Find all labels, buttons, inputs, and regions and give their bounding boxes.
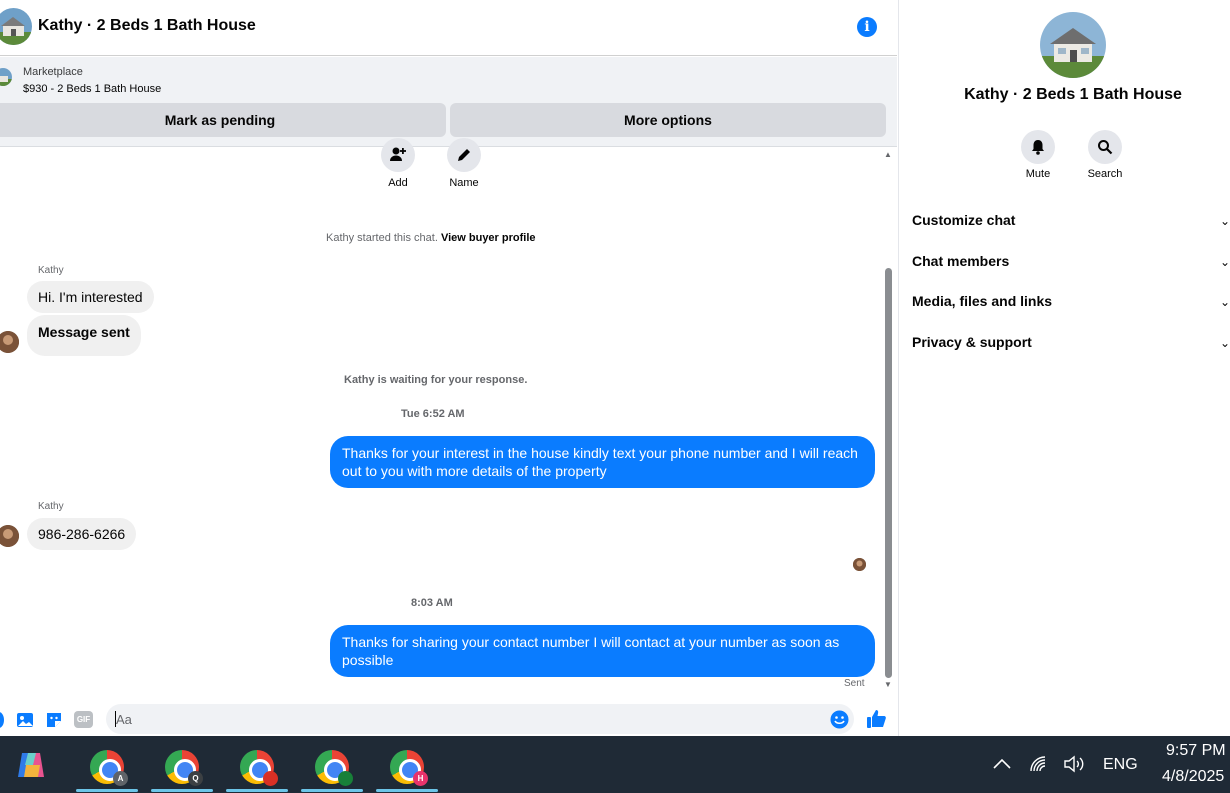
running-indicator — [301, 789, 363, 792]
thumbs-up-icon[interactable] — [866, 708, 887, 734]
message-status: Sent — [844, 678, 865, 689]
gif-icon[interactable]: GIF — [74, 711, 93, 728]
chrome-icon: H — [390, 750, 428, 786]
seen-avatar — [853, 558, 866, 571]
taskbar-chrome-profile-q[interactable]: Q — [151, 742, 213, 792]
outgoing-message[interactable]: Thanks for sharing your contact number I… — [330, 625, 875, 677]
chrome-icon: A — [90, 750, 128, 786]
incoming-message[interactable]: 986-286-6266 — [27, 518, 137, 550]
sender-name: Kathy — [38, 501, 64, 512]
panel-title: Kathy · 2 Beds 1 Bath House — [964, 86, 1182, 103]
add-label: Add — [388, 177, 408, 189]
emoji-icon[interactable] — [830, 710, 849, 734]
chevron-down-icon[interactable]: ⌄ — [1220, 336, 1230, 350]
timestamp: 8:03 AM — [411, 597, 453, 609]
copilot-icon[interactable] — [14, 748, 48, 787]
taskbar-chrome-profile-a[interactable]: A — [76, 742, 138, 792]
chrome-icon — [240, 750, 278, 786]
profile-badge: H — [413, 771, 428, 786]
running-indicator — [226, 789, 288, 792]
pencil-icon — [458, 149, 470, 161]
view-buyer-profile-link[interactable]: View buyer profile — [441, 232, 536, 244]
panel-listing-photo — [1040, 12, 1106, 78]
message-input[interactable] — [106, 704, 854, 734]
scroll-down-icon[interactable]: ▼ — [884, 680, 892, 689]
scrollbar-thumb[interactable] — [885, 268, 892, 678]
mark-as-pending-button[interactable]: Mark as pending — [0, 103, 446, 137]
search-icon — [1098, 140, 1113, 155]
chevron-down-icon[interactable]: ⌄ — [1220, 295, 1230, 309]
sender-name: Kathy — [38, 265, 64, 276]
listing-price-title[interactable]: $930 - 2 Beds 1 Bath House — [23, 83, 161, 95]
taskbar-chrome-profile-h[interactable]: H — [376, 742, 438, 792]
timestamp: Tue 6:52 AM — [401, 408, 465, 420]
running-indicator — [76, 789, 138, 792]
clock-time[interactable]: 9:57 PM — [1166, 742, 1226, 760]
incoming-message[interactable]: Message sent — [27, 315, 141, 356]
clock-date[interactable]: 4/8/2025 — [1162, 768, 1224, 786]
customize-chat-section[interactable]: Customize chat — [912, 212, 1015, 228]
add-person-icon — [390, 147, 406, 161]
name-label: Name — [449, 177, 479, 189]
taskbar-chrome-profile-green[interactable] — [301, 742, 363, 792]
search-label: Search — [1087, 168, 1123, 180]
chevron-down-icon[interactable]: ⌄ — [1220, 255, 1230, 269]
message-placeholder: Aa — [116, 712, 132, 727]
volume-icon[interactable] — [1063, 755, 1085, 776]
info-icon[interactable]: i — [857, 17, 877, 37]
wifi-icon[interactable] — [1029, 755, 1051, 776]
language-indicator[interactable]: ENG — [1103, 756, 1138, 774]
profile-badge: Q — [188, 771, 203, 786]
photo-icon[interactable] — [16, 711, 34, 734]
chrome-icon: Q — [165, 750, 203, 786]
search-button[interactable] — [1088, 130, 1122, 164]
profile-badge — [338, 771, 353, 786]
waiting-notice: Kathy is waiting for your response. — [344, 374, 528, 386]
chat-title[interactable]: Kathy · 2 Beds 1 Bath House — [38, 17, 256, 35]
mute-button[interactable] — [1021, 130, 1055, 164]
sticker-icon[interactable] — [45, 711, 63, 734]
chat-started-text: Kathy started this chat. — [326, 232, 438, 244]
show-hidden-icons-icon[interactable] — [992, 756, 1012, 773]
add-people-button[interactable] — [381, 138, 415, 172]
profile-badge: A — [113, 771, 128, 786]
taskbar-chrome-profile-red[interactable] — [226, 742, 288, 792]
privacy-support-section[interactable]: Privacy & support — [912, 334, 1032, 350]
chrome-icon — [315, 750, 353, 786]
media-files-links-section[interactable]: Media, files and links — [912, 293, 1052, 309]
running-indicator — [376, 789, 438, 792]
outgoing-message[interactable]: Thanks for your interest in the house ki… — [330, 436, 875, 488]
bell-icon — [1032, 140, 1044, 155]
name-chat-button[interactable] — [447, 138, 481, 172]
chat-members-section[interactable]: Chat members — [912, 253, 1009, 269]
scroll-up-icon[interactable]: ▲ — [884, 150, 892, 159]
messenger-window: Kathy · 2 Beds 1 Bath House i Marketplac… — [0, 0, 1230, 793]
incoming-message[interactable]: Hi. I'm interested — [27, 281, 154, 313]
chevron-down-icon[interactable]: ⌄ — [1220, 214, 1230, 228]
chat-started-notice: Kathy started this chat. View buyer prof… — [326, 232, 536, 244]
marketplace-label: Marketplace — [23, 66, 83, 78]
running-indicator — [151, 789, 213, 792]
profile-badge — [263, 771, 278, 786]
chat-details-panel — [898, 0, 1230, 736]
mute-label: Mute — [1025, 168, 1051, 180]
more-options-button[interactable]: More options — [450, 103, 886, 137]
